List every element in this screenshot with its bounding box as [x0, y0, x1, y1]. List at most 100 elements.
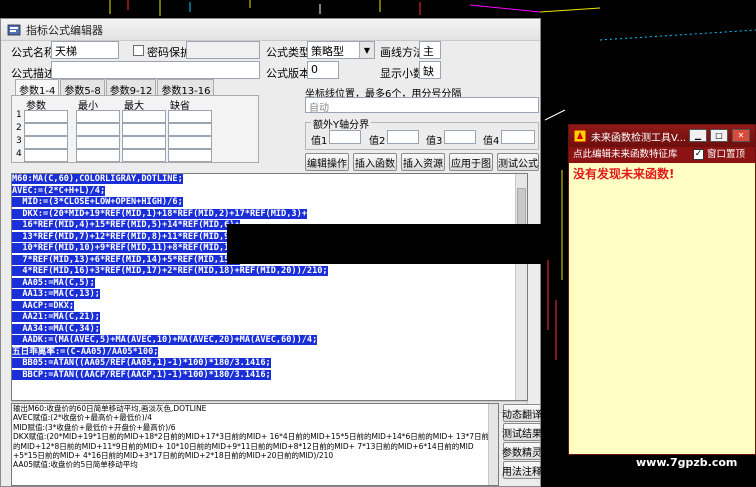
param-row-number: 1 [16, 110, 22, 120]
insert-resource-button[interactable]: 插入资源 [401, 153, 445, 171]
code-vertical-scrollbar[interactable] [515, 174, 527, 400]
maximize-icon[interactable]: □ [710, 129, 728, 142]
close-icon[interactable]: ✕ [732, 129, 750, 142]
param-min-cell[interactable] [76, 110, 120, 123]
param-max-cell[interactable] [122, 110, 166, 123]
param-name-cell[interactable] [24, 110, 68, 123]
param-default-cell[interactable] [168, 110, 212, 123]
param-name-cell[interactable] [24, 123, 68, 136]
code-line: 五日乖离率:=(C-AA05)/AA05*100; [12, 346, 527, 359]
param-default-cell[interactable] [168, 123, 212, 136]
code-line-text: AA13:=MA(C,13); [12, 289, 100, 299]
checker-result-message: 没有发现未来函数! [573, 167, 675, 181]
formula-version-input[interactable]: 0 [307, 61, 339, 79]
redaction-block [227, 224, 542, 264]
editor-titlebar[interactable]: 指标公式编辑器 [1, 19, 540, 41]
insert-function-button[interactable]: 插入函数 [353, 153, 397, 171]
param-row-number: 2 [16, 123, 22, 133]
formula-type-label: 公式类型 [266, 46, 310, 59]
code-line-text: 4*REF(MID,16)+3*REF(MID,17)+2*REF(MID,18… [12, 266, 328, 276]
code-line: DKX:=(20*MID+19*REF(MID,1)+18*REF(MID,2)… [12, 208, 527, 221]
code-line-text: 7*REF(MID,13)+6*REF(MID,14)+5*REF(MID,15… [12, 254, 240, 265]
draw-method-select[interactable]: 主 [419, 41, 441, 59]
extra-value4-label: 值4 [483, 136, 500, 147]
formula-explanation-panel: 输出M60:收盘价的60日简单移动平均,画淡灰色,DOTLINE AVEC赋值:(… [11, 403, 499, 486]
edit-feature-library-link[interactable]: 点此编辑未来函数特征库 ✓ 窗口置顶 [569, 147, 755, 163]
password-input[interactable] [186, 41, 260, 59]
chevron-down-icon: ▼ [359, 42, 374, 58]
draw-method-label: 画线方法 [380, 46, 424, 59]
password-checkbox[interactable] [133, 45, 144, 56]
apply-to-chart-button[interactable]: 应用于图 [449, 153, 493, 171]
extra-value2-input[interactable] [387, 130, 419, 144]
formula-version-label: 公式版本 [266, 67, 310, 80]
param-panel: 参数 最小 最大 缺省 1 2 3 4 [11, 95, 259, 163]
decimal-select[interactable]: 缺 [419, 61, 441, 79]
explain-scrollbar[interactable] [488, 404, 498, 485]
code-line-text: BB05:=ATAN((AA05/REF(AA05,1)-1)*100)*180… [12, 358, 271, 368]
extra-value3-label: 值3 [426, 136, 443, 147]
code-line-text: DKX:=(20*MID+19*REF(MID,1)+18*REF(MID,2)… [12, 208, 307, 219]
code-line: BBCP:=ATAN((AACP/REF(AACP,1)-1)*100)*180… [12, 369, 527, 382]
explanation-line: 的MID+12*8日前的MID+11*9日前的MID+ 10*10日前的MID+… [13, 441, 474, 451]
future-function-checker-window: 未来函数检测工具V... ▁ □ ✕ 点此编辑未来函数特征库 ✓ 窗口置顶 没有… [568, 124, 756, 455]
explanation-line: 输出M60:收盘价的60日简单移动平均,画淡灰色,DOTLINE [13, 404, 207, 413]
param-max-cell[interactable] [122, 123, 166, 136]
param-default-cell[interactable] [168, 136, 212, 149]
param-max-cell[interactable] [122, 149, 166, 162]
formula-code-editor[interactable]: M60:MA(C,60),COLORLIGRAY,DOTLINE; AVEC:=(… [11, 173, 528, 401]
extra-value2-label: 值2 [369, 136, 386, 147]
param-min-cell[interactable] [76, 149, 120, 162]
code-line-text: 13*REF(MID,7)+12*REF(MID,8)+11*REF(MID,9… [12, 231, 240, 242]
usage-notes-button[interactable]: 用法注释 [502, 461, 542, 479]
code-line-text: AACP:=DKX; [12, 300, 75, 311]
explain-lines: 输出M60:收盘价的60日简单移动平均,画淡灰色,DOTLINE AVEC赋值:(… [12, 404, 498, 470]
param-default-cell[interactable] [168, 149, 212, 162]
formula-desc-input[interactable] [51, 61, 260, 79]
code-line-text: AADK:=(MA(AVEC,5)+MA(AVEC,10)+MA(AVEC,20… [12, 335, 318, 345]
param-max-cell[interactable] [122, 136, 166, 149]
minimize-icon[interactable]: ▁ [689, 129, 707, 142]
code-line-text: MID:=(3*CLOSE+LOW+OPEN+HIGH)/6; [12, 197, 183, 207]
formula-type-select[interactable]: 策略型 ▼ [307, 41, 375, 59]
dynamic-translate-button[interactable]: 动态翻译 [502, 404, 542, 422]
code-line-text: AA34:=MA(C,34); [12, 323, 100, 334]
code-line-text: 10*REF(MID,10)+9*REF(MID,11)+8*REF(MID,1… [12, 243, 245, 253]
site-watermark: www.7gpzb.com [636, 456, 738, 469]
extra-value1-label: 值1 [311, 136, 328, 147]
param-wizard-button[interactable]: 参数精灵 [502, 442, 542, 460]
extra-axis-title: 额外Y轴分界 [311, 116, 372, 131]
code-line: AA05:=MA(C,5); [12, 277, 527, 290]
param-min-cell[interactable] [76, 136, 120, 149]
code-line-text: AA05:=MA(C,5); [12, 277, 95, 288]
code-line: AVEC:=(2*C+H+L)/4; [12, 185, 527, 198]
code-line: AA34:=MA(C,34); [12, 323, 527, 336]
code-line-text: AA21:=MA(C,21); [12, 312, 100, 322]
code-line: M60:MA(C,60),COLORLIGRAY,DOTLINE; [12, 174, 527, 186]
axis-position-input[interactable]: 自动 [305, 97, 539, 113]
code-line-text: BBCP:=ATAN((AACP/REF(AACP,1)-1)*100)*180… [12, 369, 271, 380]
param-name-cell[interactable] [24, 149, 68, 162]
window-ontop-checkbox[interactable]: ✓ [693, 149, 704, 160]
password-label: 密码保护 [147, 46, 191, 59]
test-result-button[interactable]: 测试结果 [502, 423, 542, 441]
extra-value4-input[interactable] [501, 130, 535, 144]
explanation-line: AA05赋值:收盘价的5日简单移动平均 [13, 460, 138, 470]
code-line-text: 五日乖离率:=(C-AA05)/AA05*100; [12, 346, 159, 357]
code-line: MID:=(3*CLOSE+LOW+OPEN+HIGH)/6; [12, 197, 527, 209]
code-line-text: 16*REF(MID,4)+15*REF(MID,5)+14*REF(MID,6… [12, 220, 240, 230]
extra-value1-input[interactable] [329, 130, 361, 144]
extra-value3-input[interactable] [444, 130, 476, 144]
param-name-cell[interactable] [24, 136, 68, 149]
param-min-cell[interactable] [76, 123, 120, 136]
edit-operation-button[interactable]: 编辑操作 [305, 153, 349, 171]
code-line: AADK:=(MA(AVEC,5)+MA(AVEC,10)+MA(AVEC,20… [12, 335, 527, 347]
formula-name-input[interactable]: 天梯 [51, 41, 119, 59]
code-line: AA21:=MA(C,21); [12, 312, 527, 324]
code-lines: M60:MA(C,60),COLORLIGRAY,DOTLINE; AVEC:=(… [12, 174, 527, 381]
test-formula-button[interactable]: 测试公式 [497, 153, 539, 171]
formula-editor-window: 指标公式编辑器 公式名称 天梯 密码保护 公式类型 策略型 ▼ 画线方法 主 公… [0, 18, 542, 487]
editor-app-icon [7, 24, 21, 35]
code-line: BB05:=ATAN((AA05/REF(AA05,1)-1)*100)*180… [12, 358, 527, 370]
code-line: AACP:=DKX; [12, 300, 527, 313]
